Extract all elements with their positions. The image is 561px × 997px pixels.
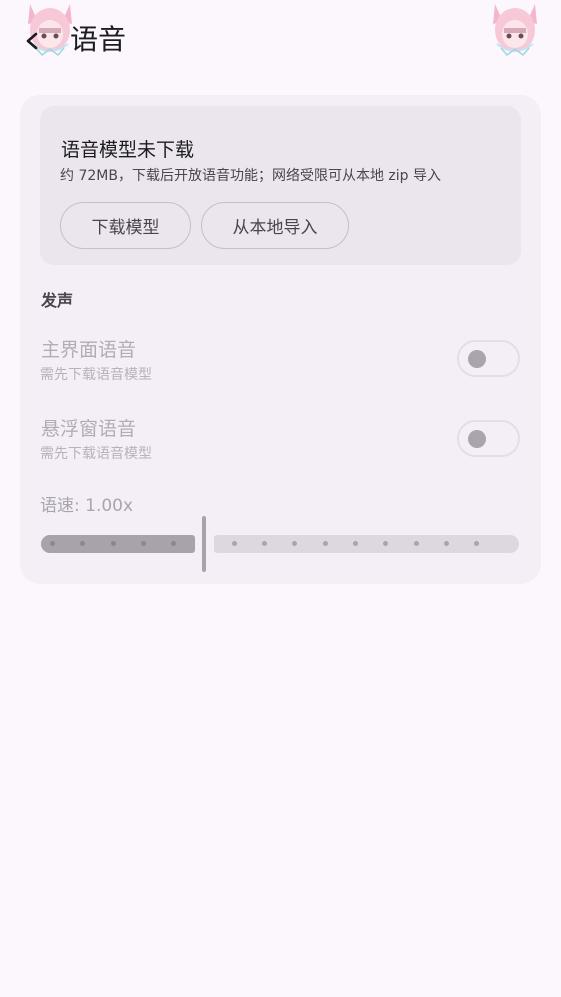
setting-subtitle: 需先下载语音模型 [40,446,152,462]
toggle-knob [468,430,486,448]
top-app-bar: 语音 [0,0,561,84]
arrow-back-icon [26,32,38,50]
section-label-voice-output: 发声 [41,291,74,310]
model-status-title: 语音模型未下载 [61,139,195,161]
voice-settings-card: 语音模型未下载 约 72MB，下载后开放语音功能；网络受限可从本地 zip 导入… [20,95,541,584]
anime-girl-mascot-icon [487,0,543,58]
speech-rate-slider[interactable] [41,515,520,575]
slider-tick [353,541,358,546]
setting-title: 悬浮窗语音 [41,418,137,440]
main-voice-toggle[interactable] [457,340,520,377]
slider-tick [140,541,146,546]
slider-thumb[interactable] [202,516,206,572]
floating-voice-toggle[interactable] [457,420,520,457]
page-title: 语音 [70,23,127,56]
slider-tick [110,541,116,546]
import-local-button[interactable]: 从本地导入 [201,202,349,249]
model-status-description: 约 72MB，下载后开放语音功能；网络受限可从本地 zip 导入 [60,168,441,184]
toggle-knob [468,350,486,368]
slider-tick [231,541,237,546]
setting-title: 主界面语音 [41,339,137,361]
slider-tick [443,541,449,546]
model-download-panel: 语音模型未下载 约 72MB，下载后开放语音功能；网络受限可从本地 zip 导入… [40,106,521,265]
slider-tick [413,541,419,546]
slider-tick [322,541,328,546]
speech-rate-label: 语速: 1.00x [40,496,134,516]
back-button[interactable] [18,26,48,56]
slider-tick [50,541,55,546]
download-model-button[interactable]: 下载模型 [60,202,191,249]
setting-subtitle: 需先下载语音模型 [40,367,152,383]
